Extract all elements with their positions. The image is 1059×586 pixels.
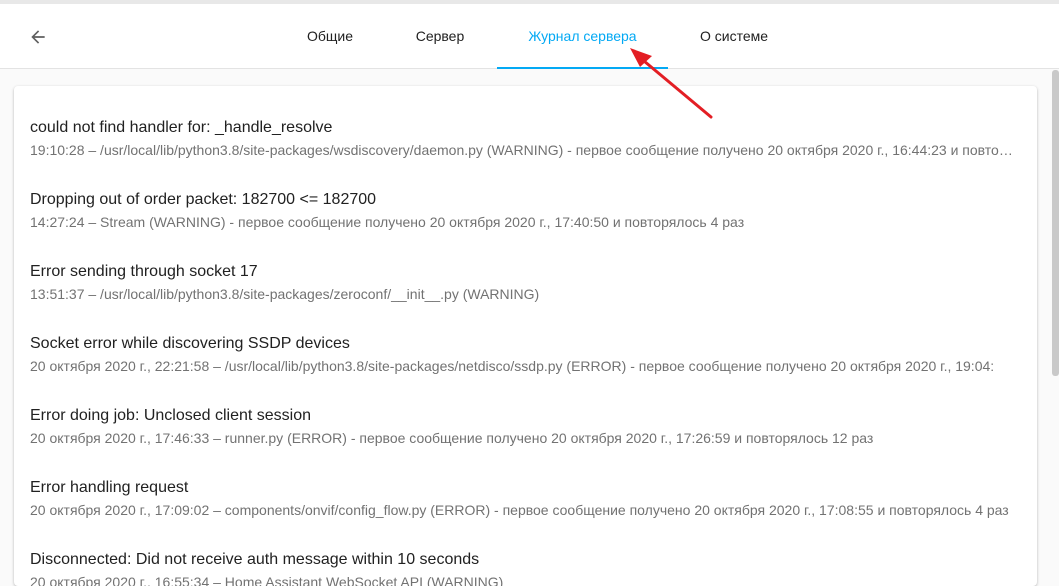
log-entry-details: 20 октября 2020 г., 17:46:33 – runner.py… (30, 430, 874, 446)
log-entry-title: Error doing job: Unclosed client session (30, 407, 312, 424)
log-entry[interactable]: Disconnected: Did not receive auth messa… (14, 518, 1037, 586)
arrow-left-icon (31, 30, 45, 44)
tab-general[interactable]: Общие (290, 4, 370, 68)
tab-server[interactable]: Сервер (400, 4, 480, 68)
log-entry[interactable]: Error doing job: Unclosed client session… (14, 374, 1037, 446)
log-entry-details: 13:51:37 – /usr/local/lib/python3.8/site… (30, 286, 540, 302)
log-entry-title: Error handling request (30, 479, 189, 496)
tab-about[interactable]: О системе (684, 4, 784, 68)
top-toolbar: Общие Сервер Журнал сервера О системе (0, 4, 1059, 69)
log-entry-title: Dropping out of order packet: 182700 <= … (30, 191, 377, 208)
log-entry-details: 20 октября 2020 г., 17:09:02 – component… (30, 502, 1009, 518)
back-button[interactable] (22, 21, 54, 53)
page-scrollbar[interactable] (1052, 70, 1059, 376)
log-entry[interactable]: could not find handler for: _handle_reso… (14, 86, 1037, 158)
log-entry-details: 19:10:28 – /usr/local/lib/python3.8/site… (30, 142, 1016, 158)
log-entry-details: 20 октября 2020 г., 16:55:34 – Home Assi… (30, 574, 504, 586)
active-tab-indicator (497, 67, 668, 69)
log-entry[interactable]: Dropping out of order packet: 182700 <= … (14, 158, 1037, 230)
log-entry-title: could not find handler for: _handle_reso… (30, 119, 333, 136)
tab-label: О системе (699, 28, 769, 44)
tab-label: Сервер (415, 28, 465, 44)
log-entry-details: 20 октября 2020 г., 22:21:58 – /usr/loca… (30, 358, 995, 374)
log-entry[interactable]: Error sending through socket 17 13:51:37… (14, 230, 1037, 302)
log-entry-title: Socket error while discovering SSDP devi… (30, 335, 350, 352)
log-entry[interactable]: Socket error while discovering SSDP devi… (14, 302, 1037, 374)
log-entry[interactable]: Error handling request 20 октября 2020 г… (14, 446, 1037, 518)
tab-server-log[interactable]: Журнал сервера (497, 4, 668, 69)
system-log-card: could not find handler for: _handle_reso… (14, 86, 1037, 586)
log-entry-title: Error sending through socket 17 (30, 263, 258, 280)
log-entry-details: 14:27:24 – Stream (WARNING) - первое соо… (30, 214, 745, 230)
log-entry-title: Disconnected: Did not receive auth messa… (30, 551, 480, 568)
tab-label: Общие (306, 28, 354, 44)
tab-label: Журнал сервера (528, 28, 637, 44)
